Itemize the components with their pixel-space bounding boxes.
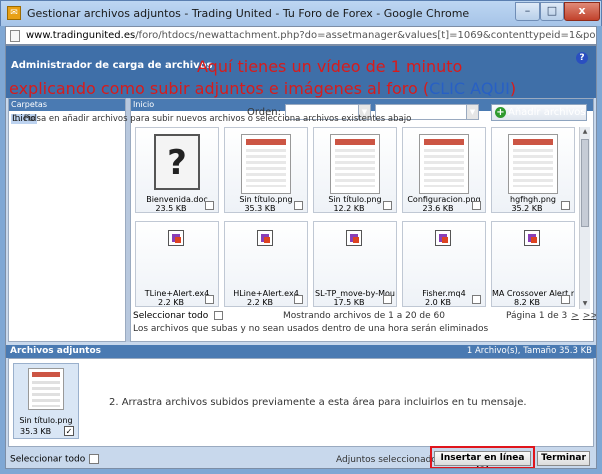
attachments-dropzone[interactable]: Sin título.png 35.3 KB ✓ 2. Arrastra arc… [8,358,594,447]
help-icon[interactable]: ? [576,52,588,64]
insert-inline-button[interactable]: Insertar en línea (1) [434,451,531,468]
file-tile[interactable]: HLine+Alert.ex4 2.2 KB [224,221,308,307]
files-panel: Inicio Orden: Fecha ▼ Descendente ▼ + Añadi… [13,98,597,342]
files-scrollbar[interactable]: ▲ ▼ [579,127,590,309]
file-tile[interactable]: Fisher.mq4 2.0 KB [402,221,486,307]
minimize-button[interactable]: – [515,2,540,21]
executable-icon [346,230,362,246]
scroll-up-icon[interactable]: ▲ [580,127,590,137]
file-tile[interactable]: SL-TP_move-by-Mou 17.5 KB [313,221,397,307]
image-thumbnail [419,134,469,194]
file-tile[interactable]: Sin título.png 35.3 KB [224,127,308,213]
dialog-content: Administrador de carga de archivos ? Aqu… [5,45,597,469]
dialog-title: Administrador de carga de archivos [11,60,213,71]
file-checkbox[interactable] [561,295,570,304]
folders-header: Carpetas [9,99,125,111]
url-text[interactable]: www.tradingunited.es/foro/htdocs/newatta… [26,30,596,41]
upload-hint: 1. Pulsa en añadir archivos para subir n… [13,114,412,124]
next-page-link[interactable]: > [571,311,579,321]
image-thumbnail [330,134,380,194]
file-checkbox[interactable] [472,201,481,210]
attachment-tile[interactable]: Sin título.png 35.3 KB ✓ [13,363,79,439]
file-checkbox[interactable] [561,201,570,210]
finish-button[interactable]: Terminar [537,451,590,466]
select-all-checkbox[interactable] [214,311,224,320]
chevron-down-icon: ▼ [466,105,478,119]
add-icon: + [495,107,506,118]
dialog-footer: Seleccionar todo Adjuntos seleccionados:… [6,446,596,468]
window-titlebar: ✉ Gestionar archivos adjuntos - Trading … [0,0,602,26]
file-tile[interactable]: ? Bienvenida.doc 23.5 KB [135,127,219,213]
executable-icon [257,230,273,246]
document-icon: ? [154,134,200,190]
showing-range: Mostrando archivos de 1 a 20 de 60 [283,311,445,321]
file-checkbox[interactable] [472,295,481,304]
video-link[interactable]: CLIC AQUI [429,79,510,98]
add-files-button[interactable]: + Añadir archivos [491,104,587,121]
file-checkbox[interactable] [294,201,303,210]
attachment-size: 35.3 KB [20,427,52,436]
scroll-down-icon[interactable]: ▼ [580,299,590,309]
page-icon [10,30,20,42]
executable-icon [168,230,184,246]
app-icon: ✉ [7,6,21,20]
file-tile[interactable]: Configuracion.png 23.6 KB [402,127,486,213]
close-button[interactable]: x [564,2,600,21]
last-page-link[interactable]: >> [583,311,596,321]
file-grid: ? Bienvenida.doc 23.5 KB Sin título.png 35.… [135,127,577,309]
file-tile[interactable]: TLine+Alert.ex4 2.2 KB [135,221,219,307]
file-checkbox[interactable] [383,201,392,210]
file-tile[interactable]: Sin título.png 12.2 KB [313,127,397,213]
maximize-button[interactable]: □ [540,2,564,21]
files-header: Inicio Orden: Fecha ▼ Descendente ▼ + Añadi… [13,99,593,124]
select-all-files[interactable]: Seleccionar todo [133,311,224,321]
image-thumbnail [508,134,558,194]
executable-icon [524,230,540,246]
drag-hint: 2. Arrastra archivos subidos previamente… [109,397,527,408]
select-all-checkbox[interactable] [89,454,100,464]
image-thumbnail [28,368,64,410]
folders-panel: Carpetas Inicio [8,98,126,342]
attachments-header: Archivos adjuntos 1 Archivo(s), Tamaño 3… [6,345,596,358]
file-checkbox[interactable] [205,201,214,210]
executable-icon [435,230,451,246]
scroll-thumb[interactable] [581,139,589,227]
cleanup-note: Los archivos que subas y no sean usados … [133,324,489,334]
file-checkbox[interactable] [383,295,392,304]
pagination: Página 1 de 3 > >> [506,311,597,321]
select-all-attachments[interactable]: Seleccionar todo [10,454,100,465]
address-bar[interactable]: www.tradingunited.es/foro/htdocs/newatta… [5,26,597,45]
file-tile[interactable]: hgfhgh.png 35.2 KB [491,127,575,213]
image-thumbnail [241,134,291,194]
attachments-summary: 1 Archivo(s), Tamaño 35.3 KB [466,346,592,356]
attachment-checkbox[interactable]: ✓ [64,426,74,436]
selected-label: Adjuntos seleccionados: [336,455,445,465]
file-tile[interactable]: MA Crossover Alert.m 8.2 KB [491,221,575,307]
file-checkbox[interactable] [205,295,214,304]
attachment-name: Sin título.png [19,416,73,425]
file-checkbox[interactable] [294,295,303,304]
window-title: Gestionar archivos adjuntos - Trading Un… [27,7,470,20]
